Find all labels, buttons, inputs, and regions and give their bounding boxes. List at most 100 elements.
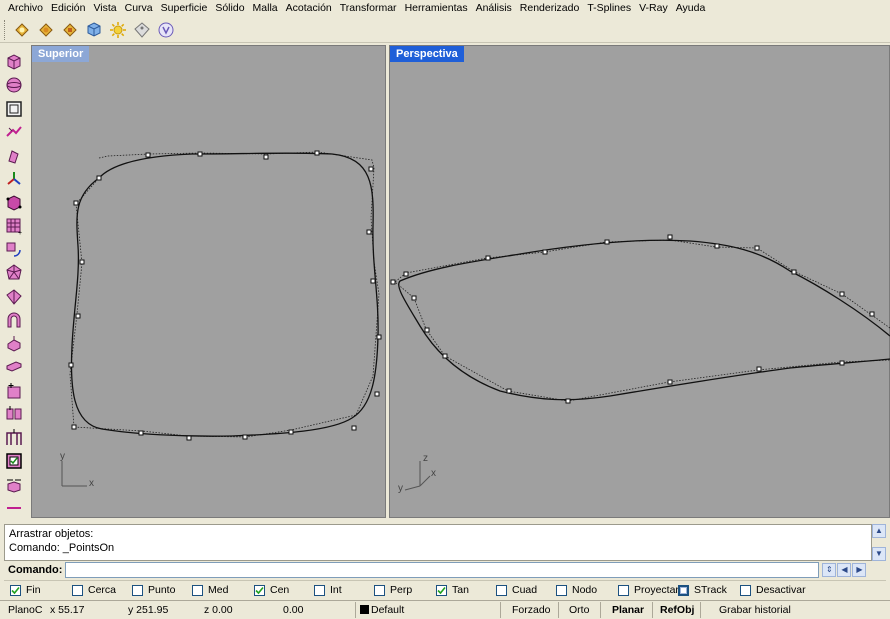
command-history[interactable]: Arrastrar objetos: Comando: _PointsOn [4,524,872,561]
menu-renderizado[interactable]: Renderizado [516,0,584,16]
osnap-checkbox[interactable] [678,584,689,596]
vray-options-button[interactable] [11,19,33,41]
axes-tool-button[interactable] [3,168,25,192]
menu-solido[interactable]: Sólido [211,0,248,16]
osnap-checkbox[interactable] [618,584,629,596]
scroll-up-button[interactable]: ▲ [872,524,886,538]
menu-analisis[interactable]: Análisis [472,0,516,16]
column-tool-button[interactable] [3,426,25,450]
menu-tsplines[interactable]: T-Splines [583,0,635,16]
osnap-checkbox[interactable] [10,584,21,596]
viewport-title-perspective[interactable]: Perspectiva [390,46,464,62]
surface-tool-button[interactable] [3,285,25,309]
menu-vray[interactable]: V-Ray [635,0,672,16]
box-add-button[interactable] [3,379,25,403]
menu-herramientas[interactable]: Herramientas [401,0,472,16]
grid-points-button[interactable]: + [3,215,25,239]
ortho-toggle[interactable]: Orto [569,604,589,616]
osnap-cuad[interactable]: Cuad [496,584,537,596]
menu-ayuda[interactable]: Ayuda [672,0,710,16]
menu-vista[interactable]: Vista [89,0,120,16]
transform-tool-button[interactable] [3,238,25,262]
vray-about-button[interactable] [155,19,177,41]
vray-light-button[interactable] [107,19,129,41]
osnap-cen[interactable]: Cen [254,584,289,596]
command-input[interactable] [65,562,820,578]
planar-toggle[interactable]: Planar [612,604,644,616]
menu-edicion[interactable]: Edición [47,0,89,16]
layer-indicator[interactable]: Default [360,604,404,616]
menu-acotacion[interactable]: Acotación [282,0,336,16]
check-icon [437,586,446,594]
x-coordinate: x 55.17 [50,604,85,616]
extrude-tool-button[interactable] [3,332,25,356]
cube-icon [87,21,101,37]
scroll-down-button[interactable]: ▼ [872,547,886,561]
osnap-toggle[interactable]: RefObj [660,604,694,616]
command-dropdown-button[interactable]: ⇕ [822,563,837,577]
control-points-persp[interactable] [390,234,875,404]
closed-curve [70,152,379,437]
menu-curva[interactable]: Curva [121,0,157,16]
menu-archivo[interactable]: Archivo [4,0,47,16]
array-tool-button[interactable] [3,403,25,427]
pick-tool-button[interactable] [3,121,25,145]
box-tool-button[interactable] [3,50,25,74]
wireframe-box-button[interactable] [3,97,25,121]
osnap-checkbox[interactable] [740,584,751,596]
viewport-top[interactable]: Superior y x [31,45,386,518]
osnap-tan[interactable]: Tan [436,584,469,596]
record-history-toggle[interactable]: Grabar historial [719,604,791,616]
snap-toggle[interactable]: Forzado [512,604,551,616]
flip-tool-button[interactable] [3,473,25,497]
slab-tool-button[interactable] [3,356,25,380]
top-view-canvas[interactable] [32,46,387,519]
osnap-checkbox[interactable] [374,584,385,596]
menu-superficie[interactable]: Superficie [157,0,212,16]
sphere-tool-button[interactable] [3,74,25,98]
osnap-proyectar[interactable]: Proyectar [618,584,679,596]
cplane-indicator[interactable]: PlanoC [8,604,42,616]
osnap-nodo[interactable]: Nodo [556,584,597,596]
menu-transformar[interactable]: Transformar [336,0,401,16]
osnap-checkbox[interactable] [72,584,83,596]
osnap-checkbox[interactable] [192,584,203,596]
command-prev-button[interactable]: ◀ [837,563,852,577]
polyhedron-tool-button[interactable] [3,262,25,286]
osnap-cerca[interactable]: Cerca [72,584,116,596]
osnap-fin[interactable]: Fin [10,584,41,596]
osnap-checkbox[interactable] [556,584,567,596]
osnap-desactivar[interactable]: Desactivar [740,584,806,596]
vray-framebuffer-button[interactable] [59,19,81,41]
solid-box-button[interactable] [3,191,25,215]
osnap-checkbox[interactable] [254,584,265,596]
osnap-checkbox[interactable] [132,584,143,596]
check-icon [255,586,264,594]
arch-tool-button[interactable] [3,309,25,333]
rotate-view-button[interactable] [3,144,25,168]
vray-material-button[interactable] [83,19,105,41]
menu-malla[interactable]: Malla [249,0,282,16]
osnap-strack[interactable]: STrack [678,584,727,596]
osnap-int[interactable]: Int [314,584,342,596]
perspective-view-canvas[interactable] [390,46,890,519]
axes-icon [7,172,21,186]
control-points[interactable] [68,150,382,441]
top-axis-y-label: y [60,451,65,462]
osnap-checkbox[interactable] [496,584,507,596]
osnap-checkbox[interactable] [314,584,325,596]
vray-render-button[interactable] [35,19,57,41]
osnap-checkbox[interactable] [436,584,447,596]
history-scrollbar[interactable]: ▲ ▼ [872,524,886,561]
checkbox-tool-button[interactable] [3,450,25,474]
viewport-title-top[interactable]: Superior [32,46,90,62]
osnap-label: Nodo [572,584,598,596]
toolbar-grip[interactable] [4,19,7,40]
more-tools-button[interactable] [3,497,25,521]
command-next-button[interactable]: ▶ [852,563,867,577]
vray-tag-button[interactable] [131,19,153,41]
osnap-punto[interactable]: Punto [132,584,175,596]
viewport-perspective[interactable]: Perspectiva z x y [389,45,890,518]
osnap-perp[interactable]: Perp [374,584,412,596]
osnap-med[interactable]: Med [192,584,228,596]
